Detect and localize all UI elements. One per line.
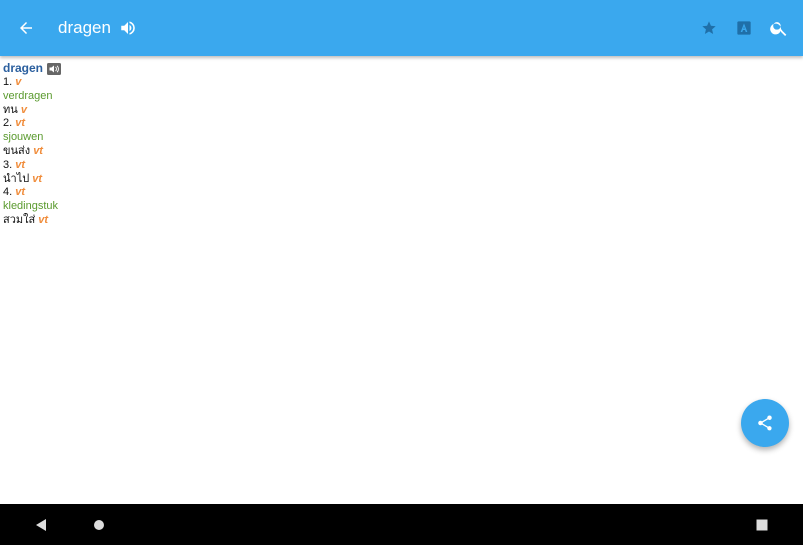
sense-number: 1. <box>3 76 13 88</box>
headword: dragen <box>3 61 44 75</box>
share-icon <box>758 415 772 431</box>
translate-button[interactable] <box>726 0 762 56</box>
app-bar: dragen <box>0 0 803 56</box>
thai-translation: สวมใส่ <box>3 213 36 226</box>
nav-back-button[interactable] <box>21 504 61 545</box>
translation-pos: vt <box>32 172 43 185</box>
share-button[interactable] <box>741 399 789 447</box>
app-bar-title: dragen <box>58 18 111 37</box>
sense-2: 2. vt sjouwen ขนส่ง vt <box>3 117 803 158</box>
translation-pos: vt <box>33 144 43 157</box>
speak-button[interactable] <box>110 0 146 56</box>
sense-header: 4. vt <box>3 186 803 200</box>
favorite-button[interactable] <box>691 0 727 56</box>
nav-home-button[interactable] <box>79 504 119 545</box>
thai-translation: ขนส่ง <box>3 144 31 157</box>
nav-home-icon <box>94 519 104 530</box>
sense-header: 1. v <box>3 76 803 90</box>
headword-row: dragen <box>3 61 803 76</box>
sense-pos: vt <box>15 158 26 171</box>
sense-3: 3. vt นำไป vt <box>3 159 803 187</box>
back-arrow-icon <box>20 22 32 34</box>
back-button[interactable] <box>8 0 44 56</box>
thai-translation: นำไป <box>3 172 30 185</box>
sense-1: 1. v verdragen ทน v <box>3 76 803 117</box>
sense-number: 4. <box>3 186 13 199</box>
thai-translation-row: ทน v <box>3 104 803 118</box>
sense-number: 3. <box>3 158 13 171</box>
thai-translation-row: สวมใส่ vt <box>3 214 803 228</box>
translation-pos: vt <box>38 213 49 226</box>
search-button[interactable] <box>761 0 797 56</box>
dutch-term: sjouwen <box>3 131 44 144</box>
system-nav-bar <box>0 504 803 545</box>
search-icon <box>770 22 787 36</box>
sense-pos: vt <box>15 117 26 130</box>
sense-pos: v <box>15 76 22 88</box>
sense-4: 4. vt kledingstuk สวมใส่ vt <box>3 186 803 227</box>
translate-icon <box>737 21 751 35</box>
sense-header: 3. vt <box>3 159 803 173</box>
thai-translation-row: ขนส่ง vt <box>3 145 803 159</box>
speaker-icon <box>121 21 135 35</box>
sense-header: 2. vt <box>3 117 803 131</box>
nav-back-icon <box>36 518 46 531</box>
translation-pos: v <box>20 103 27 116</box>
nav-recents-icon <box>756 519 768 530</box>
thai-translation-row: นำไป vt <box>3 173 803 187</box>
dictionary-entry: dragen 1. v verdragen ทน v 2. vt sjouwen… <box>3 61 803 228</box>
sense-pos: vt <box>15 186 26 199</box>
pronounce-speaker-icon[interactable] <box>47 62 62 75</box>
sense-number: 2. <box>3 117 13 130</box>
star-icon <box>702 21 716 34</box>
thai-translation: ทน <box>3 103 18 116</box>
nav-recents-button[interactable] <box>742 504 782 545</box>
dutch-term: kledingstuk <box>3 200 59 213</box>
dutch-term: verdragen <box>3 89 53 102</box>
